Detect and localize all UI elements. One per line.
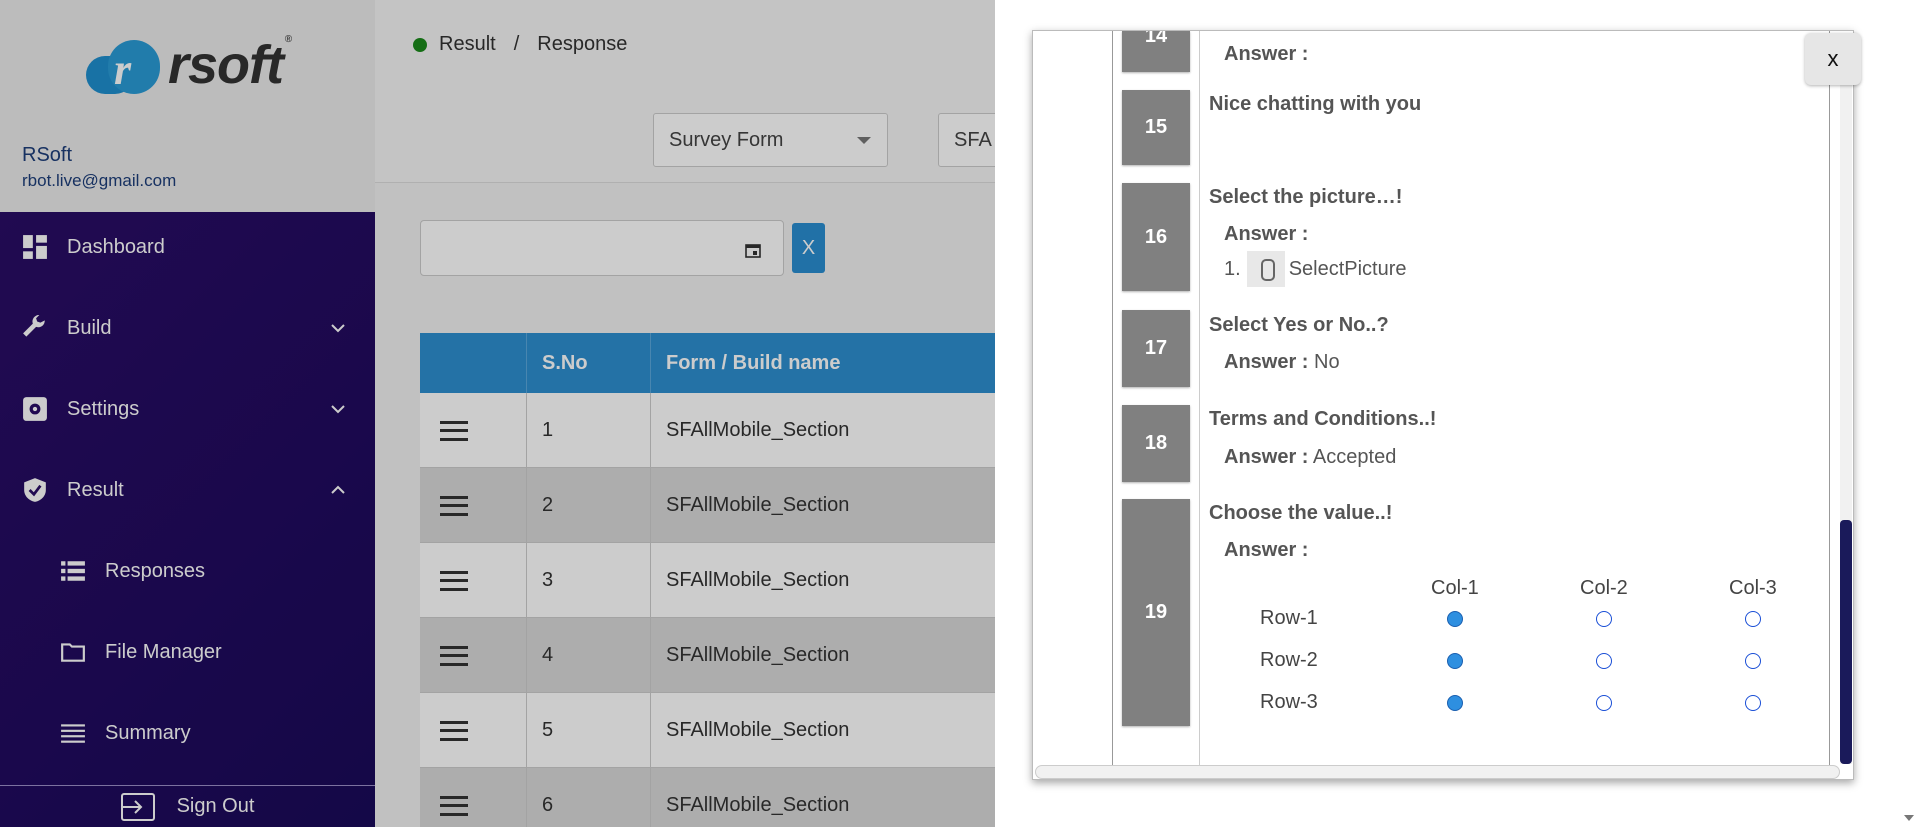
radio-button[interactable] — [1596, 653, 1612, 669]
grid-row-label: Row-2 — [1260, 649, 1318, 671]
answer: Answer : — [1224, 43, 1309, 65]
question-number-badge: 17 — [1122, 310, 1190, 387]
answer-option: 1. SelectPicture — [1224, 251, 1407, 287]
question-title: Select the picture…! — [1209, 186, 1403, 208]
answer: Answer : — [1224, 223, 1309, 245]
horizontal-scrollbar[interactable] — [1035, 765, 1840, 779]
question-number-badge: 14 — [1122, 31, 1190, 72]
modal-content: 14 Answer : 15 Nice chatting with you 16… — [1032, 30, 1854, 780]
question-number-badge: 16 — [1122, 183, 1190, 291]
radio-button[interactable] — [1745, 653, 1761, 669]
answer: Answer : No — [1224, 351, 1340, 373]
answer: Answer : Accepted — [1224, 446, 1397, 468]
grid-column-header: Col-3 — [1729, 577, 1777, 599]
scroll-down-arrow-icon[interactable] — [1904, 815, 1914, 821]
close-button[interactable]: x — [1805, 33, 1861, 85]
question-title: Nice chatting with you — [1209, 93, 1422, 115]
grid-row-label: Row-3 — [1260, 691, 1318, 713]
question-number-badge: 15 — [1122, 90, 1190, 165]
radio-button[interactable] — [1596, 611, 1612, 627]
radio-button[interactable] — [1745, 695, 1761, 711]
vertical-scrollbar[interactable] — [1840, 80, 1852, 764]
picture-thumbnail-icon — [1246, 251, 1285, 287]
radio-button[interactable] — [1596, 695, 1612, 711]
question-title: Choose the value..! — [1209, 502, 1393, 524]
grid-column-header: Col-2 — [1580, 577, 1628, 599]
question-number-badge: 18 — [1122, 405, 1190, 482]
response-detail-modal: 14 Answer : 15 Nice chatting with you 16… — [995, 0, 1920, 827]
question-list: 14 Answer : 15 Nice chatting with you 16… — [1112, 31, 1830, 766]
question-title: Terms and Conditions..! — [1209, 408, 1437, 430]
grid-column-header: Col-1 — [1431, 577, 1479, 599]
modal-backdrop[interactable] — [0, 0, 995, 827]
radio-selected[interactable] — [1447, 695, 1463, 711]
question-title: Select Yes or No..? — [1209, 314, 1389, 336]
grid-row-label: Row-1 — [1260, 607, 1318, 629]
radio-selected[interactable] — [1447, 611, 1463, 627]
radio-selected[interactable] — [1447, 653, 1463, 669]
scrollbar-thumb[interactable] — [1840, 520, 1852, 764]
question-number-badge: 19 — [1122, 499, 1190, 726]
answer: Answer : — [1224, 539, 1309, 561]
radio-button[interactable] — [1745, 611, 1761, 627]
